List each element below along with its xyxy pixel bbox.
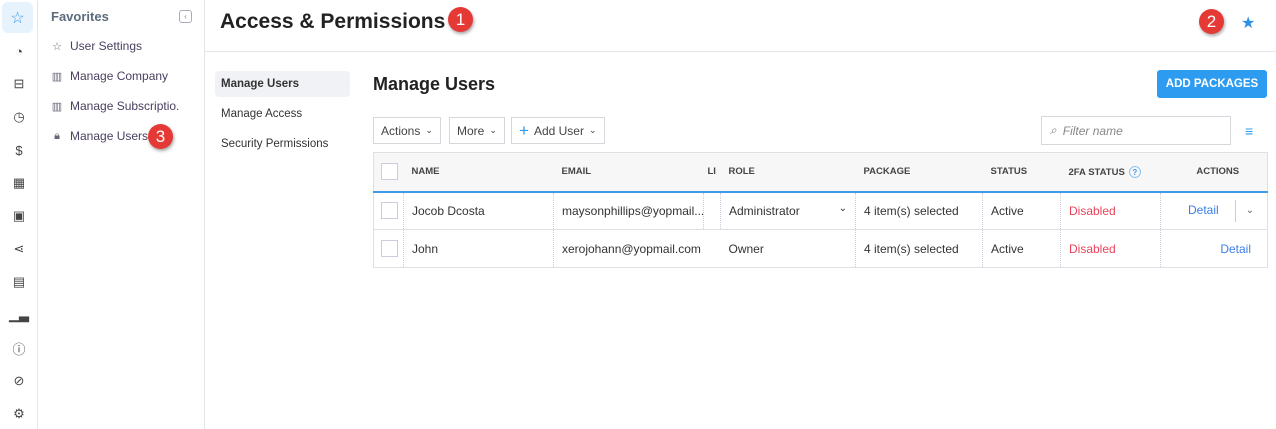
favorite-label: Manage Subscriptio. <box>70 99 180 113</box>
role-value: Administrator <box>729 203 800 218</box>
row-actions-dropdown[interactable]: ⌄ <box>1234 199 1254 222</box>
col-2fa-status[interactable]: 2FA STATUS? <box>1060 152 1161 193</box>
add-user-label: Add User <box>533 123 584 138</box>
page-title: Access & Permissions <box>220 10 446 33</box>
link-icon[interactable]: ⊘ <box>8 370 30 392</box>
cell-name: Jocob Dcosta <box>403 191 554 230</box>
detail-link[interactable]: Detail <box>1188 203 1219 217</box>
actions-label: Actions <box>381 123 421 138</box>
users-table: NAME EMAIL LI ROLE PACKAGE STATUS 2FA ST… <box>373 152 1268 268</box>
cell-actions: Detail ⌄ <box>1160 191 1268 230</box>
chevron-down-icon: ⌄ <box>425 125 433 135</box>
subnav-manage-access[interactable]: Manage Access <box>215 101 350 127</box>
favorite-manage-company[interactable]: ▥ Manage Company <box>51 69 168 83</box>
actions-dropdown[interactable]: Actions ⌄ <box>373 117 441 144</box>
time-money-icon[interactable]: ◷ <box>8 106 30 128</box>
id-card-icon[interactable]: ▤ <box>8 271 30 293</box>
share-icon[interactable]: ⋖ <box>8 238 30 260</box>
briefcase-icon[interactable]: ⊟ <box>8 73 30 95</box>
favorites-panel: Favorites ‹ ☆ User Settings ▥ Manage Compa… <box>38 0 205 429</box>
building-icon: ▥ <box>51 70 63 83</box>
cell-2fa-status: Disabled <box>1060 229 1161 268</box>
calculator-icon[interactable]: ▦ <box>8 172 30 194</box>
subnav-manage-users[interactable]: Manage Users <box>215 71 350 97</box>
cell-package: 4 item(s) selected <box>855 229 983 268</box>
search-icon: ⌕ <box>1050 123 1057 137</box>
filter-name-input[interactable]: ⌕ Filter name <box>1041 116 1231 145</box>
plus-icon: + <box>519 120 529 140</box>
subnav-security-permissions[interactable]: Security Permissions <box>215 131 350 157</box>
more-dropdown[interactable]: More ⌄ <box>449 117 505 144</box>
table-header: NAME EMAIL LI ROLE PACKAGE STATUS 2FA ST… <box>373 152 1268 193</box>
favorite-label: Manage Users <box>70 129 149 143</box>
dashboard-icon[interactable]: ◔ <box>8 40 30 62</box>
favorite-manage-subscription[interactable]: ▥ Manage Subscriptio. <box>51 99 180 113</box>
add-packages-button[interactable]: ADD PACKAGES <box>1157 70 1267 98</box>
page-header: Access & Permissions <box>205 0 1276 52</box>
col-2fa-label: 2FA STATUS <box>1068 166 1125 178</box>
help-icon[interactable]: ⓘ <box>8 337 30 359</box>
section-title: Manage Users <box>373 74 496 94</box>
cell-status: Active <box>982 191 1061 230</box>
analytics-icon[interactable]: ▁▃ <box>8 304 30 326</box>
star-icon: ☆ <box>52 40 62 53</box>
table-row: John xerojohann@yopmail.com Owner 4 item… <box>373 229 1268 268</box>
col-package[interactable]: PACKAGE <box>855 152 983 193</box>
lock-icon: 🔒︎ <box>54 129 60 142</box>
cell-2fa-status: Disabled <box>1060 191 1161 230</box>
select-all-checkbox[interactable] <box>381 163 398 181</box>
col-name[interactable]: NAME <box>403 152 554 193</box>
building-icon: ▥ <box>51 100 63 113</box>
cell-li <box>703 229 721 268</box>
col-li[interactable]: LI <box>703 152 721 193</box>
chevron-down-icon: ⌄ <box>489 125 497 135</box>
annotation-badge-3: 3 <box>148 124 173 149</box>
help-icon[interactable]: ? <box>1128 165 1141 178</box>
invoice-icon[interactable]: $ <box>8 139 30 161</box>
cell-name: John <box>403 229 554 268</box>
contact-icon[interactable]: ▣ <box>8 205 30 227</box>
col-email[interactable]: EMAIL <box>553 152 704 193</box>
chevron-down-icon: ⌄ <box>838 202 847 214</box>
cell-package: 4 item(s) selected <box>855 191 983 230</box>
cell-status: Active <box>982 229 1061 268</box>
cell-li <box>703 191 721 230</box>
collapse-panel-icon[interactable]: ‹ <box>179 10 192 23</box>
favorite-manage-users[interactable]: 🔒︎ Manage Users <box>51 129 148 143</box>
icon-rail: ☆ ◔ ⊟ ◷ $ ▦ ▣ ⋖ ▤ ▁▃ ⓘ ⊘ ⚙ <box>0 0 38 429</box>
cell-actions: Detail <box>1160 229 1268 268</box>
filter-placeholder: Filter name <box>1062 123 1123 138</box>
col-role[interactable]: ROLE <box>720 152 856 193</box>
star-icon[interactable]: ☆ <box>2 2 33 33</box>
favorite-label: Manage Company <box>70 69 169 83</box>
role-select[interactable]: Administrator ⌄ <box>720 191 856 230</box>
col-actions: ACTIONS <box>1160 152 1268 193</box>
table-row: Jocob Dcosta maysonphillips@yopmail.... … <box>373 191 1268 230</box>
more-label: More <box>457 123 485 138</box>
annotation-badge-1: 1 <box>448 7 473 32</box>
cell-email: xerojohann@yopmail.com <box>553 229 704 268</box>
col-status[interactable]: STATUS <box>982 152 1061 193</box>
annotation-badge-2: 2 <box>1199 9 1224 34</box>
row-checkbox[interactable] <box>381 240 398 257</box>
cell-role: Owner <box>720 229 856 268</box>
cell-email: maysonphillips@yopmail.... <box>553 191 704 230</box>
settings-icon[interactable]: ⚙ <box>8 403 30 425</box>
filter-icon[interactable]: ≡ <box>1245 123 1253 139</box>
favorite-user-settings[interactable]: ☆ User Settings <box>51 39 142 53</box>
favorite-label: User Settings <box>70 39 143 53</box>
chevron-down-icon: ⌄ <box>588 125 597 135</box>
row-checkbox[interactable] <box>381 202 398 220</box>
favorites-title: Favorites <box>51 9 109 24</box>
favorite-star-icon[interactable]: ★ <box>1241 13 1255 33</box>
add-user-button[interactable]: + Add User ⌄ <box>511 117 605 144</box>
detail-link[interactable]: Detail <box>1220 242 1251 256</box>
